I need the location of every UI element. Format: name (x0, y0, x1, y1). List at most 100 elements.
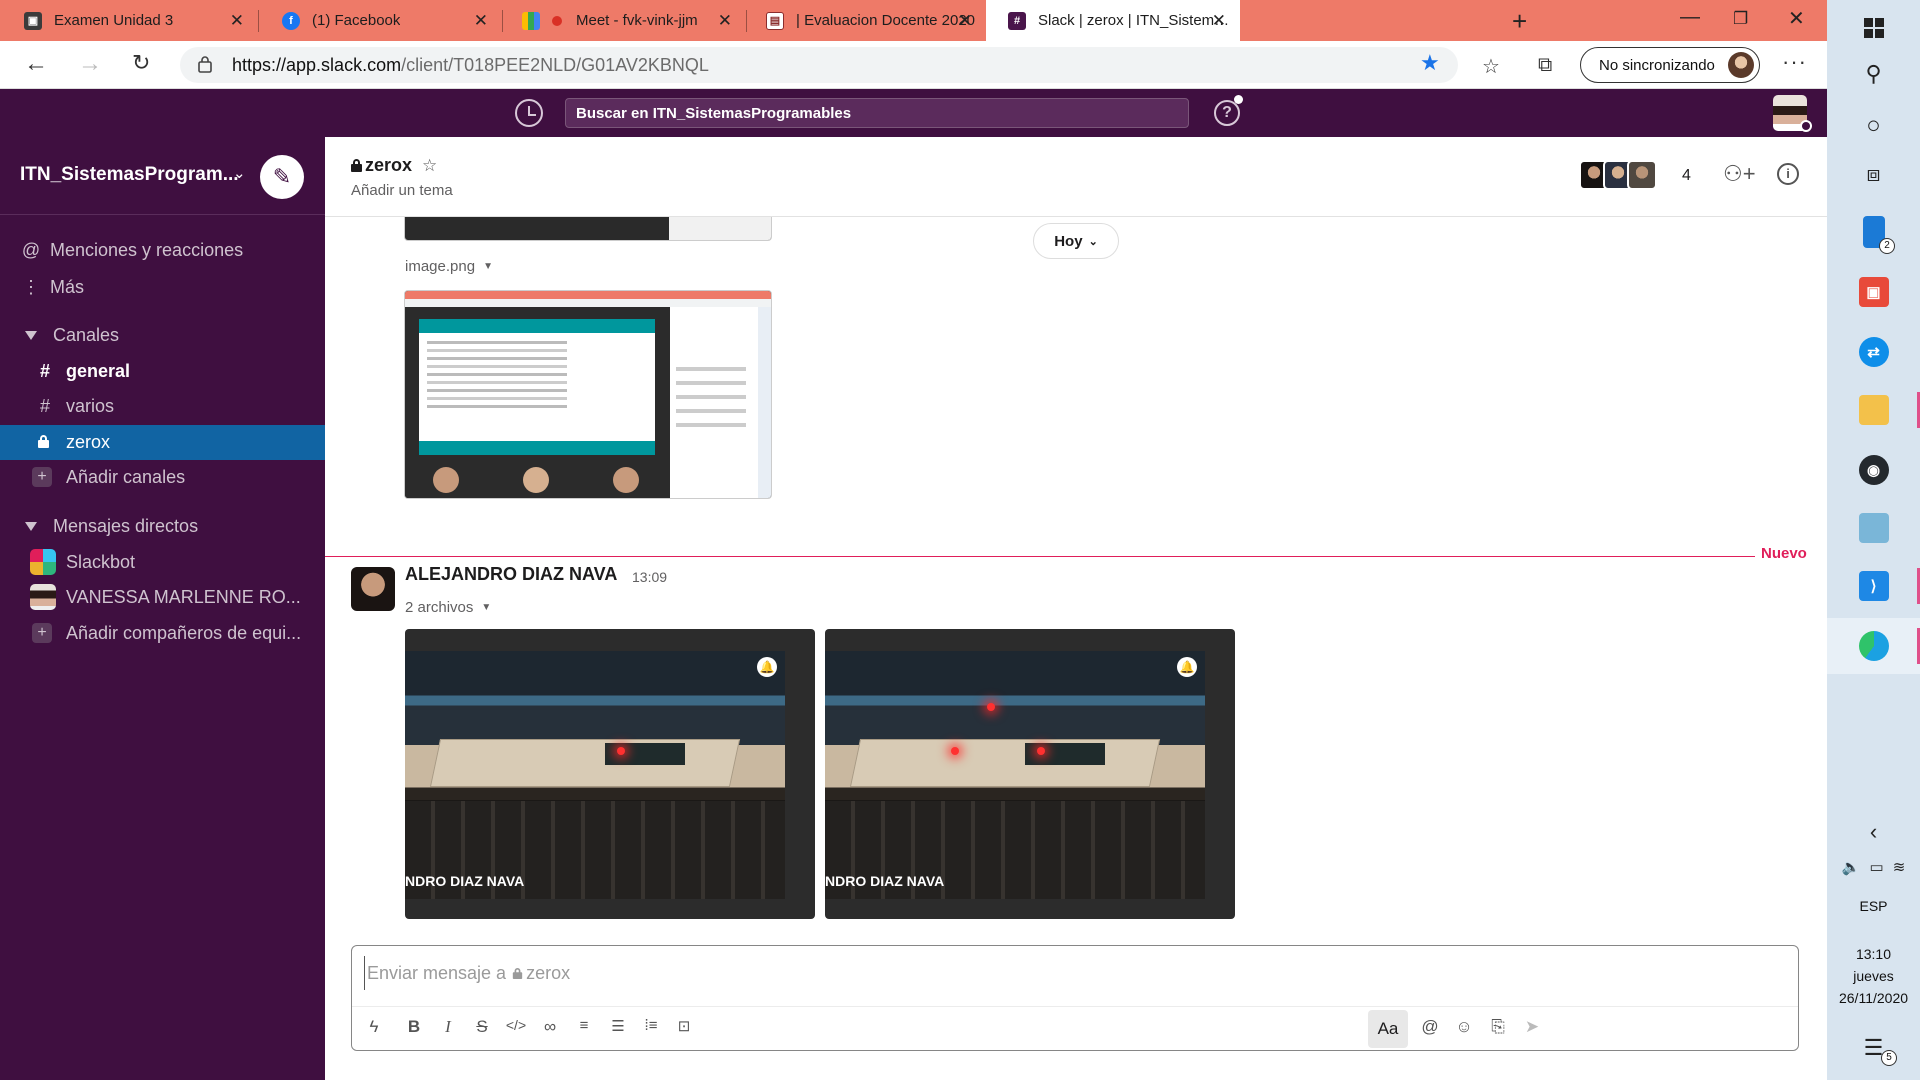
day-divider-button[interactable]: Hoy ⌄ (1033, 223, 1119, 259)
attachment-icon[interactable]: ⎘ (1484, 1017, 1512, 1037)
bell-icon[interactable]: 🔔 (757, 657, 777, 677)
channel-topic[interactable]: Añadir un tema (351, 182, 453, 199)
close-icon[interactable]: ✕ (718, 11, 732, 31)
url-field[interactable]: https://app.slack.com/client/T018PEE2NLD… (180, 47, 1458, 83)
member-count[interactable]: 4 (1682, 167, 1691, 185)
dm-section-header[interactable]: Mensajes directos (0, 509, 325, 543)
restore-button[interactable]: ❐ (1733, 9, 1748, 29)
new-tab-button[interactable]: + (1512, 6, 1527, 37)
sidebar-item-varios[interactable]: # varios (0, 389, 325, 423)
close-icon[interactable]: ✕ (1212, 11, 1226, 31)
italic-button[interactable]: I (434, 1017, 462, 1037)
add-teammates-button[interactable]: + Añadir compañeros de equi... (0, 616, 325, 650)
chevron-down-icon[interactable]: ⌄ (233, 164, 246, 182)
star-icon[interactable]: ☆ (422, 156, 437, 176)
video-frame[interactable]: NDRO DIAZ NAVA 🔔 (825, 651, 1205, 899)
doc-icon: ▣ (24, 11, 42, 30)
compose-button[interactable]: ✎ (260, 155, 304, 199)
bell-icon[interactable]: 🔔 (1177, 657, 1197, 677)
video-attachment[interactable]: NDRO DIAZ NAVA 🔔 (825, 629, 1235, 919)
forward-button[interactable]: → (78, 50, 102, 78)
channel-title[interactable]: zerox ☆ (351, 155, 437, 176)
sidebar-item-zerox[interactable]: zerox (0, 425, 325, 460)
browser-menu-icon[interactable]: ··· (1782, 49, 1807, 75)
show-hidden-icons-icon[interactable]: ‹ (1827, 812, 1920, 852)
shortcuts-icon[interactable]: ϟ (360, 1017, 388, 1037)
favorite-star-icon[interactable]: ★ (1420, 50, 1440, 76)
image-attachment[interactable] (404, 290, 772, 499)
favorites-list-icon[interactable]: ☆ (1482, 54, 1500, 79)
sidebar-item-vanessa[interactable]: VANESSA MARLENNE RO... (0, 580, 325, 614)
phone-app-icon[interactable]: 2 (1827, 204, 1920, 260)
tab-facebook[interactable]: f (1) Facebook ✕ (258, 0, 502, 41)
vscode-icon[interactable]: ⟩ (1827, 558, 1920, 614)
edge-browser-icon[interactable] (1827, 618, 1920, 674)
clock-date[interactable]: 26/11/2020 (1827, 989, 1920, 1008)
tab-slack[interactable]: # Slack | zerox | ITN_SistemasProgr ✕ (986, 0, 1240, 41)
sidebar-item-mentions[interactable]: @ Menciones y reacciones (0, 233, 325, 267)
collections-icon[interactable]: ⧉ (1538, 54, 1552, 77)
image-file-label[interactable]: image.png ▼ (405, 258, 493, 275)
member-avatars[interactable] (1579, 160, 1657, 190)
message-input[interactable]: Enviar mensaje a zerox (364, 956, 1764, 990)
reload-button[interactable]: ↻ (132, 50, 150, 76)
message-time[interactable]: 13:09 (632, 569, 667, 585)
volume-icon[interactable]: 🔈 (1842, 858, 1861, 876)
notes-app-icon[interactable] (1827, 500, 1920, 556)
tab-evaluacion[interactable]: ▤ | Evaluacion Docente 2020 ✕ (746, 0, 986, 41)
ordered-list-icon[interactable]: ≡ (570, 1017, 598, 1034)
close-icon[interactable]: ✕ (230, 11, 244, 31)
notifications-icon[interactable]: ☰ 5 (1827, 1020, 1920, 1076)
history-icon[interactable] (515, 99, 543, 127)
task-view-icon[interactable]: ⧈ (1827, 146, 1920, 202)
formatting-toggle-button[interactable]: Aa (1368, 1010, 1408, 1048)
teamviewer-icon[interactable]: ⇄ (1827, 324, 1920, 380)
channels-section-header[interactable]: Canales (0, 318, 325, 352)
help-icon[interactable]: ? (1214, 100, 1240, 126)
office-app-icon[interactable]: ▣ (1827, 264, 1920, 320)
wifi-icon[interactable]: ≋ (1893, 858, 1906, 876)
file-explorer-icon[interactable] (1827, 382, 1920, 438)
workspace-header[interactable]: ITN_SistemasProgram... ⌄ ✎ (0, 137, 325, 215)
tab-meet[interactable]: Meet - fvk-vink-jjm ✕ (502, 0, 746, 41)
mention-icon[interactable]: @ (1416, 1017, 1444, 1037)
message-composer[interactable]: Enviar mensaje a zerox ϟ B I S </> ∞ ≡ ☰… (351, 945, 1799, 1051)
battery-icon[interactable]: ▭ (1869, 858, 1883, 876)
link-icon[interactable]: ∞ (536, 1017, 564, 1037)
author-avatar[interactable] (351, 567, 395, 611)
message-author[interactable]: ALEJANDRO DIAZ NAVA (405, 564, 617, 585)
back-button[interactable]: ← (24, 50, 48, 78)
clock-time[interactable]: 13:10 (1827, 945, 1920, 964)
close-icon[interactable]: ✕ (958, 11, 972, 31)
send-icon[interactable]: ➤ (1518, 1017, 1546, 1037)
search-icon[interactable]: ⚲ (1827, 46, 1920, 102)
close-icon[interactable]: ✕ (474, 11, 488, 31)
sidebar-item-more[interactable]: ⋮ Más (0, 270, 325, 304)
lock-icon[interactable] (198, 55, 212, 73)
code-block-icon[interactable]: ⊡ (670, 1017, 698, 1035)
bold-button[interactable]: B (400, 1017, 428, 1037)
sidebar-item-slackbot[interactable]: Slackbot (0, 545, 325, 579)
strikethrough-button[interactable]: S (468, 1017, 496, 1037)
blockquote-icon[interactable]: ⁞≡ (637, 1017, 665, 1034)
code-button[interactable]: </> (502, 1017, 530, 1033)
search-input[interactable]: Buscar en ITN_SistemasProgramables (565, 98, 1189, 128)
tab-examen[interactable]: ▣ Examen Unidad 3 ✕ (0, 0, 258, 41)
files-label[interactable]: 2 archivos ▼ (405, 599, 491, 616)
add-channels-button[interactable]: + Añadir canales (0, 460, 325, 494)
profile-sync-button[interactable]: No sincronizando (1580, 47, 1760, 83)
clock-day[interactable]: jueves (1827, 967, 1920, 986)
window-close-button[interactable]: ✕ (1788, 6, 1805, 31)
emoji-icon[interactable]: ☺ (1450, 1017, 1478, 1037)
info-icon[interactable]: i (1777, 163, 1799, 185)
sidebar-item-general[interactable]: # general (0, 354, 325, 388)
github-icon[interactable]: ◉ (1827, 442, 1920, 498)
bullet-list-icon[interactable]: ☰ (604, 1017, 632, 1035)
minimize-button[interactable]: — (1680, 6, 1700, 29)
video-attachment[interactable]: NDRO DIAZ NAVA 🔔 (405, 629, 815, 919)
add-member-icon[interactable]: ⚇+ (1723, 161, 1756, 187)
workspace-name[interactable]: ITN_SistemasProgram... (20, 164, 239, 186)
video-frame[interactable]: NDRO DIAZ NAVA 🔔 (405, 651, 785, 899)
previous-image[interactable] (404, 217, 772, 241)
language-indicator[interactable]: ESP (1827, 897, 1920, 916)
